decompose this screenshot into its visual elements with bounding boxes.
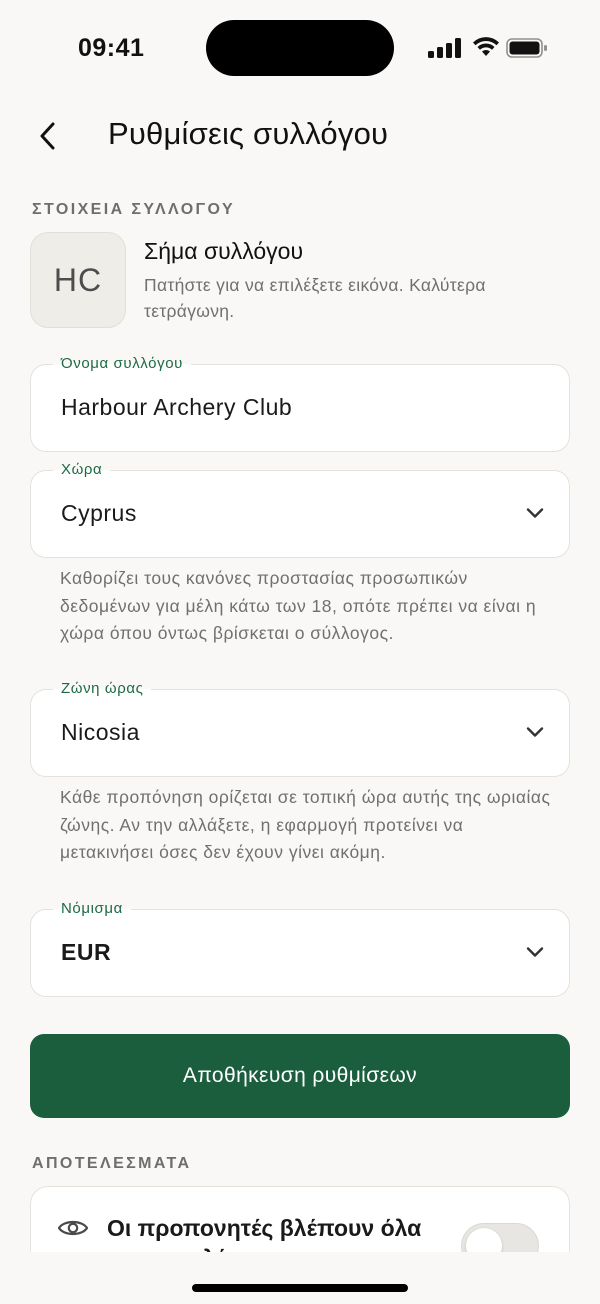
home-indicator[interactable]: [192, 1284, 408, 1292]
chevron-down-icon: [526, 508, 544, 518]
section-label-club: ΣΤΟΙΧΕΙΑ ΣΥΛΛΟΓΟΥ: [32, 201, 236, 218]
chevron-down-icon: [526, 947, 544, 957]
status-icons: [428, 36, 550, 60]
section-label-results: ΑΠΟΤΕΛΕΣΜΑΤΑ: [32, 1155, 192, 1172]
club-name-field[interactable]: Όνομα συλλόγου Harbour Archery Club: [30, 354, 570, 452]
timezone-value: Nicosia: [61, 719, 140, 745]
timezone-help-text: Κάθε προπόνηση ορίζεται σε τοπική ώρα αυ…: [60, 787, 551, 862]
country-value: Cyprus: [61, 500, 137, 526]
eye-icon: [57, 1220, 89, 1236]
wifi-icon: [473, 37, 499, 56]
back-button[interactable]: [28, 114, 68, 158]
battery-icon: [506, 38, 547, 58]
status-time: 09:41: [78, 34, 145, 62]
currency-select[interactable]: Νόμισμα EUR: [30, 899, 570, 997]
country-help-text: Καθορίζει τους κανόνες προστασίας προσωπ…: [60, 568, 537, 643]
page-title: Ρυθμίσεις συλλόγου: [108, 116, 389, 151]
cellular-signal-icon: [428, 38, 461, 58]
bottom-safe-area: [0, 1252, 600, 1304]
header: Ρυθμίσεις συλλόγου: [0, 100, 600, 170]
dynamic-island: [206, 20, 394, 76]
crest-title: Σήμα συλλόγου: [144, 238, 304, 264]
chevron-down-icon: [526, 727, 544, 737]
chevron-left-icon: [40, 122, 55, 150]
crest-placeholder[interactable]: HC: [30, 232, 126, 328]
club-name-input[interactable]: Harbour Archery Club: [61, 365, 292, 450]
currency-value: EUR: [61, 939, 112, 965]
country-select[interactable]: Χώρα Cyprus: [30, 460, 570, 558]
crest-hint: Πατήστε για να επιλέξετε εικόνα. Καλύτερ…: [144, 275, 486, 321]
timezone-select[interactable]: Ζώνη ώρας Nicosia: [30, 679, 570, 777]
status-bar: 09:41: [0, 0, 600, 96]
crest-picker[interactable]: HC Σήμα συλλόγου Πατήστε για να επιλέξετ…: [30, 232, 570, 332]
save-settings-button[interactable]: Αποθήκευση ρυθμίσεων: [30, 1034, 570, 1118]
